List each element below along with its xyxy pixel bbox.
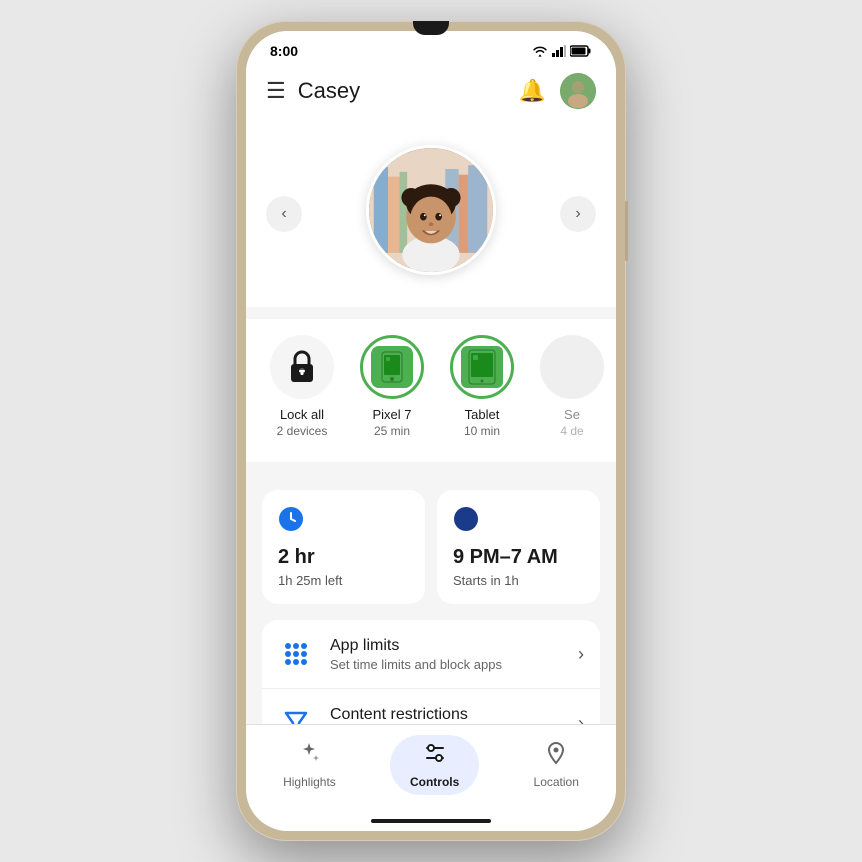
- header-right: 🔔: [519, 73, 596, 109]
- content-restrictions-title: Content restrictions: [330, 706, 562, 724]
- highlights-label: Highlights: [283, 775, 336, 789]
- moon-icon: [453, 506, 479, 532]
- wifi-icon: [532, 45, 548, 57]
- tablet-label: Tablet: [465, 407, 500, 422]
- lock-all-sublabel: 2 devices: [277, 424, 328, 438]
- content-restrictions-item[interactable]: Content restrictions Manage search resul…: [262, 689, 600, 724]
- menu-section: App limits Set time limits and block app…: [262, 620, 600, 724]
- sparkle-icon: [297, 741, 321, 765]
- pin-icon: [545, 741, 567, 765]
- app-limits-title: App limits: [330, 637, 562, 655]
- nav-controls[interactable]: Controls: [390, 735, 479, 795]
- header-left: ☰ Casey: [266, 78, 360, 104]
- bedtime-card[interactable]: 9 PM–7 AM Starts in 1h: [437, 490, 600, 604]
- app-header: ☰ Casey 🔔: [246, 65, 616, 121]
- lock-all-label: Lock all: [280, 407, 324, 422]
- pixel7-label: Pixel 7: [372, 407, 411, 422]
- app-limits-text: App limits Set time limits and block app…: [330, 637, 562, 672]
- device-pixel7[interactable]: Pixel 7 25 min: [352, 335, 432, 438]
- controls-svg-icon: [423, 741, 447, 765]
- location-icon: [545, 741, 567, 771]
- parent-avatar-img: [560, 73, 596, 109]
- home-indicator: [246, 815, 616, 831]
- child-name: Casey: [298, 78, 360, 104]
- parent-avatar[interactable]: [560, 73, 596, 109]
- phone-screen: 8:00: [246, 31, 616, 831]
- status-icons: [532, 45, 592, 57]
- app-limits-icon: [278, 636, 314, 672]
- lock-icon: [287, 350, 317, 384]
- screen-time-value: 2 hr: [278, 546, 409, 569]
- bedtime-icon: [453, 506, 584, 538]
- device-tablet[interactable]: Tablet 10 min: [442, 335, 522, 438]
- battery-icon: [570, 45, 592, 57]
- tablet-icon-wrap: [450, 335, 514, 399]
- pixel7-icon-wrap: [360, 335, 424, 399]
- content-restrictions-text: Content restrictions Manage search resul…: [330, 706, 562, 725]
- funnel-icon: [282, 709, 310, 724]
- lock-all-icon-wrap: [270, 335, 334, 399]
- status-time: 8:00: [270, 43, 298, 59]
- nav-location[interactable]: Location: [514, 735, 599, 795]
- bedtime-sub: Starts in 1h: [453, 573, 584, 588]
- clock-icon: [278, 506, 304, 532]
- screen-time-left: 1h 25m left: [278, 573, 409, 588]
- tablet-sublabel: 10 min: [464, 424, 500, 438]
- se-label: Se: [564, 407, 580, 422]
- screen-time-icon: [278, 506, 409, 538]
- bedtime-value: 9 PM–7 AM: [453, 546, 584, 569]
- main-scroll: ‹: [246, 121, 616, 724]
- home-bar: [371, 819, 491, 823]
- controls-label: Controls: [410, 775, 459, 789]
- status-bar: 8:00: [246, 31, 616, 65]
- phone-green-svg: [381, 351, 403, 383]
- spacer-2: [246, 462, 616, 474]
- devices-section: Lock all 2 devices: [246, 319, 616, 462]
- content-restrictions-chevron: ›: [578, 713, 584, 725]
- highlights-icon: [297, 741, 321, 771]
- profile-section: ‹: [246, 121, 616, 307]
- se-icon-wrap: [540, 335, 604, 399]
- profile-prev-button[interactable]: ‹: [266, 196, 302, 232]
- device-se[interactable]: Se 4 de: [532, 335, 612, 438]
- spacer-1: [246, 307, 616, 319]
- se-sublabel: 4 de: [560, 424, 583, 438]
- content-restrictions-icon: [278, 705, 314, 724]
- app-limits-item[interactable]: App limits Set time limits and block app…: [262, 620, 600, 689]
- power-button: [625, 201, 628, 261]
- controls-icon: [423, 741, 447, 771]
- bottom-nav: Highlights Controls: [246, 724, 616, 815]
- app-limits-subtitle: Set time limits and block apps: [330, 657, 562, 672]
- profile-next-button[interactable]: ›: [560, 196, 596, 232]
- tablet-icon: [461, 346, 503, 388]
- app-limits-chevron: ›: [578, 644, 584, 665]
- nav-highlights[interactable]: Highlights: [263, 735, 356, 795]
- bell-icon[interactable]: 🔔: [519, 78, 546, 104]
- child-avatar: [366, 145, 496, 275]
- device-lock-all[interactable]: Lock all 2 devices: [262, 335, 342, 438]
- time-cards: 2 hr 1h 25m left 9 PM–7 AM Starts in 1h: [246, 474, 616, 620]
- hamburger-menu[interactable]: ☰: [266, 78, 286, 104]
- child-avatar-img: [369, 145, 493, 275]
- notch: [413, 21, 449, 35]
- grid-icon: [282, 640, 310, 668]
- phone-frame: 8:00: [236, 21, 626, 841]
- pixel7-sublabel: 25 min: [374, 424, 410, 438]
- tablet-svg: [468, 349, 496, 385]
- signal-icon: [552, 45, 566, 57]
- location-label: Location: [534, 775, 579, 789]
- screen-time-card[interactable]: 2 hr 1h 25m left: [262, 490, 425, 604]
- pixel7-icon: [371, 346, 413, 388]
